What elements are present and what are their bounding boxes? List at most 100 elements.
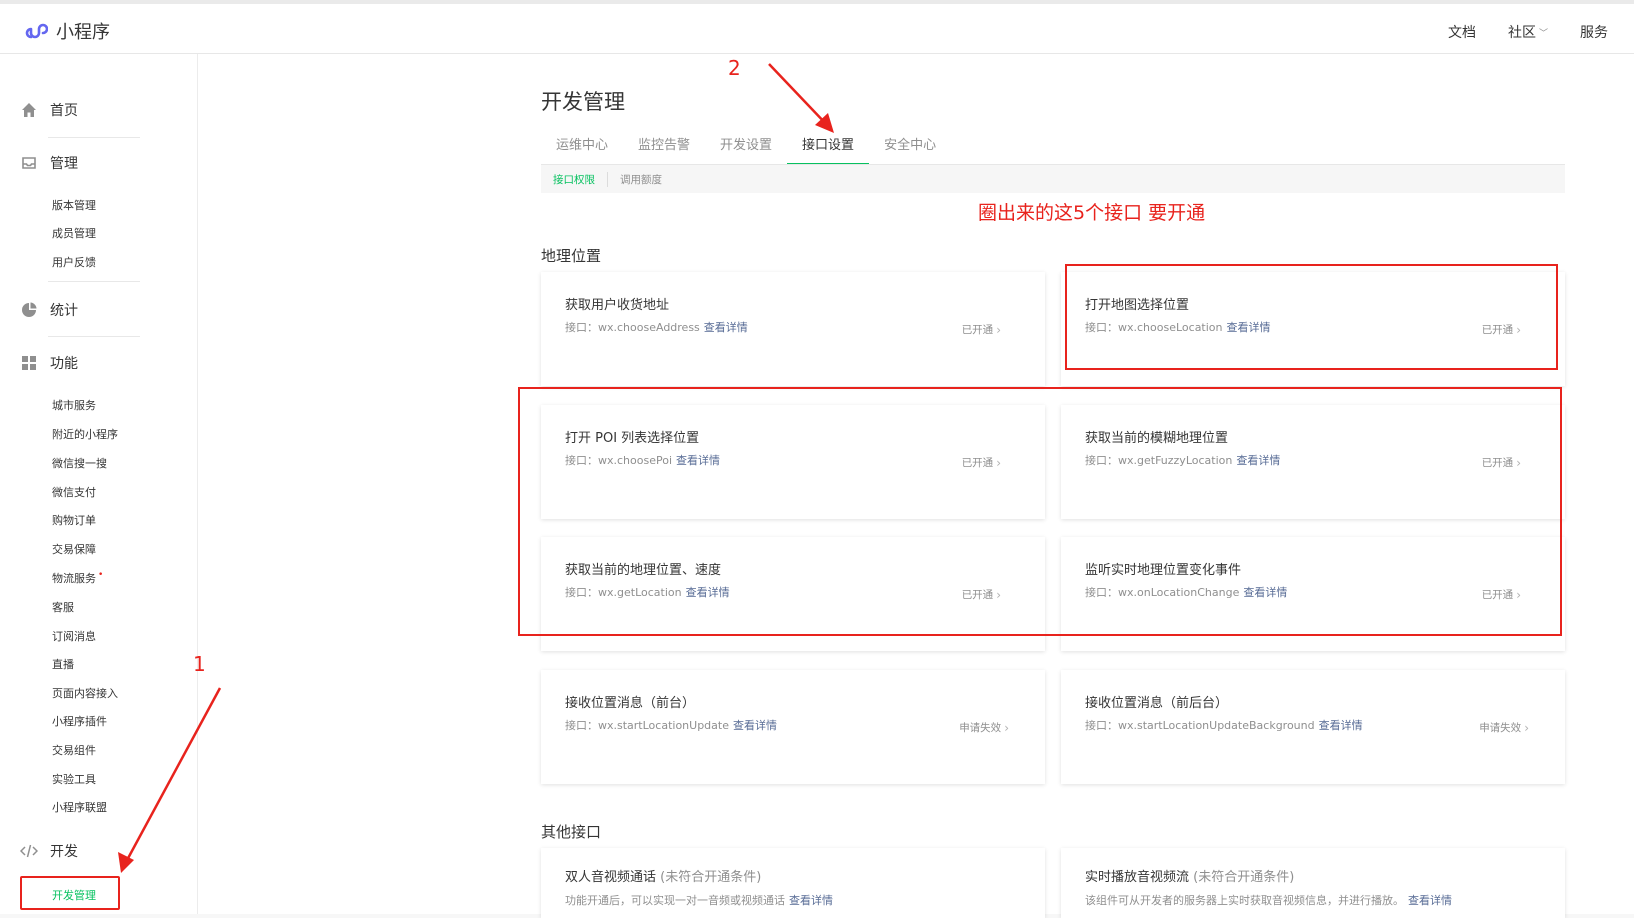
sidebar-sub-logistics[interactable]: 物流服务 • bbox=[52, 570, 103, 586]
api-card-title: 接收位置消息（前后台） bbox=[1085, 696, 1229, 711]
sidebar-item-stats[interactable]: 统计 bbox=[20, 300, 78, 320]
sidebar-item-label: 首页 bbox=[50, 103, 78, 119]
topnav-docs[interactable]: 文档 bbox=[1448, 22, 1476, 42]
topnav-community-label: 社区 bbox=[1507, 25, 1536, 41]
sidebar-sub-nearby[interactable]: 附近的小程序 bbox=[52, 426, 118, 442]
sidebar-item-features[interactable]: 功能 bbox=[20, 353, 78, 373]
sidebar-item-label: 统计 bbox=[50, 303, 78, 319]
sidebar-item-home[interactable]: 首页 bbox=[20, 100, 78, 120]
sidebar-item-manage[interactable]: 管理 bbox=[20, 153, 78, 173]
sidebar-sub-version[interactable]: 版本管理 bbox=[52, 197, 96, 213]
red-dot-badge: • bbox=[98, 570, 104, 580]
chevron-right-icon: › bbox=[1524, 720, 1529, 735]
code-icon bbox=[20, 842, 38, 860]
tab-alerts[interactable]: 监控告警 bbox=[623, 135, 705, 165]
api-name: wx.chooseAddress bbox=[598, 321, 700, 334]
top-bar: 小程序 文档 社区 ﹀ 服务 bbox=[0, 0, 1634, 54]
api-card-title: 双人音视频通话 (未符合开通条件) bbox=[565, 866, 761, 885]
sidebar-sub-plugin[interactable]: 小程序插件 bbox=[52, 713, 107, 729]
sidebar-sub-guarantee[interactable]: 交易保障 bbox=[52, 541, 96, 557]
detail-link[interactable]: 查看详情 bbox=[1319, 719, 1363, 732]
api-card-choose-address[interactable]: 获取用户收货地址 接口：wx.chooseAddress 查看详情 已开通 › bbox=[541, 272, 1045, 386]
sidebar-item-label: 管理 bbox=[50, 156, 78, 172]
sidebar-sub-live[interactable]: 直播 bbox=[52, 656, 74, 672]
status-label: 申请失效 bbox=[959, 722, 1002, 734]
api-card-note: (未符合开通条件) bbox=[1193, 870, 1295, 885]
chevron-down-icon: ﹀ bbox=[1538, 28, 1548, 39]
sidebar-sub-members[interactable]: 成员管理 bbox=[52, 225, 96, 241]
sidebar-sub-feedback[interactable]: 用户反馈 bbox=[52, 254, 96, 270]
chevron-right-icon: › bbox=[1004, 720, 1009, 735]
subtab-quota[interactable]: 调用额度 bbox=[608, 172, 674, 187]
sidebar-sub-dev-manage[interactable]: 开发管理 bbox=[20, 876, 120, 910]
api-card-desc: 功能开通后，可以实现一对一音频或视频通话 查看详情 bbox=[565, 892, 833, 908]
sidebar-sub-trade-component[interactable]: 交易组件 bbox=[52, 742, 96, 758]
api-card-start-location-update[interactable]: 接收位置消息（前台） 接口：wx.startLocationUpdate 查看详情… bbox=[541, 670, 1045, 784]
api-card-interface: 接口：wx.startLocationUpdate 查看详情 bbox=[565, 717, 777, 733]
detail-link[interactable]: 查看详情 bbox=[704, 321, 748, 334]
detail-link[interactable]: 查看详情 bbox=[789, 894, 833, 907]
tab-ops[interactable]: 运维中心 bbox=[541, 135, 623, 165]
tab-dev-settings[interactable]: 开发设置 bbox=[705, 135, 787, 165]
sidebar-sub-label: 开发管理 bbox=[52, 889, 96, 902]
home-icon bbox=[20, 101, 38, 119]
api-name: wx.startLocationUpdate bbox=[598, 719, 729, 732]
annotation-step-1: 1 bbox=[193, 652, 206, 676]
api-prefix: 接口： bbox=[565, 321, 598, 334]
section-title-other: 其他接口 bbox=[541, 823, 602, 841]
api-card-start-location-update-background[interactable]: 接收位置消息（前后台） 接口：wx.startLocationUpdateBac… bbox=[1061, 670, 1565, 784]
tab-security[interactable]: 安全中心 bbox=[869, 135, 951, 165]
sidebar-divider bbox=[48, 281, 140, 282]
api-card-title-text: 双人音视频通话 bbox=[565, 870, 657, 885]
annotation-step-2: 2 bbox=[728, 56, 741, 80]
sidebar-sub-customer-service[interactable]: 客服 bbox=[52, 599, 74, 615]
sidebar-divider bbox=[48, 336, 140, 337]
api-card-status[interactable]: 已开通 › bbox=[962, 322, 1001, 337]
api-desc-text: 该组件可从开发者的服务器上实时获取音视频信息，并进行播放。 bbox=[1085, 894, 1404, 907]
miniprogram-logo-icon bbox=[25, 23, 48, 39]
tab-api-settings[interactable]: 接口设置 bbox=[787, 135, 870, 165]
sidebar-item-label: 功能 bbox=[50, 356, 78, 372]
sidebar-sub-search[interactable]: 微信搜一搜 bbox=[52, 455, 107, 471]
api-card-live-player[interactable]: 实时播放音视频流 (未符合开通条件) 该组件可从开发者的服务器上实时获取音视频信… bbox=[1061, 848, 1565, 918]
sidebar-sub-lab[interactable]: 实验工具 bbox=[52, 771, 96, 787]
tab-bar: 运维中心 监控告警 开发设置 接口设置 安全中心 bbox=[541, 135, 951, 165]
api-card-title: 实时播放音视频流 (未符合开通条件) bbox=[1085, 866, 1294, 885]
grid-icon bbox=[20, 354, 38, 372]
pie-chart-icon bbox=[20, 301, 38, 319]
status-label: 已开通 bbox=[961, 324, 994, 336]
detail-link[interactable]: 查看详情 bbox=[1408, 894, 1452, 907]
topnav-service[interactable]: 服务 bbox=[1580, 22, 1608, 42]
subtab-permissions[interactable]: 接口权限 bbox=[541, 171, 608, 187]
sidebar-sub-city-service[interactable]: 城市服务 bbox=[52, 397, 96, 413]
annotation-box-single bbox=[1065, 264, 1558, 370]
sidebar-sub-pay[interactable]: 微信支付 bbox=[52, 484, 96, 500]
sidebar-sub-subscribe[interactable]: 订阅消息 bbox=[52, 628, 96, 644]
status-label: 申请失效 bbox=[1479, 722, 1522, 734]
sidebar-sub-orders[interactable]: 购物订单 bbox=[52, 512, 96, 528]
api-card-title: 接收位置消息（前台） bbox=[565, 696, 696, 711]
api-card-status[interactable]: 申请失效 › bbox=[1479, 720, 1529, 735]
chevron-right-icon: › bbox=[996, 322, 1001, 337]
annotation-box-group bbox=[518, 387, 1562, 636]
sidebar bbox=[0, 54, 198, 914]
api-card-interface: 接口：wx.chooseAddress 查看详情 bbox=[565, 319, 748, 335]
topnav-community[interactable]: 社区 ﹀ bbox=[1508, 22, 1548, 42]
api-card-note: (未符合开通条件) bbox=[660, 870, 762, 885]
sidebar-sub-alliance[interactable]: 小程序联盟 bbox=[52, 799, 107, 815]
sidebar-item-dev[interactable]: 开发 bbox=[20, 841, 78, 861]
logo[interactable]: 小程序 bbox=[22, 18, 110, 44]
sidebar-sub-content[interactable]: 页面内容接入 bbox=[52, 685, 118, 701]
api-name: wx.startLocationUpdateBackground bbox=[1118, 719, 1315, 732]
detail-link[interactable]: 查看详情 bbox=[733, 719, 777, 732]
api-desc-text: 功能开通后，可以实现一对一音频或视频通话 bbox=[565, 894, 785, 907]
sidebar-item-label: 开发 bbox=[50, 844, 78, 860]
api-card-voip[interactable]: 双人音视频通话 (未符合开通条件) 功能开通后，可以实现一对一音频或视频通话 查看… bbox=[541, 848, 1045, 918]
annotation-instruction: 圈出来的这5个接口 要开通 bbox=[978, 202, 1206, 224]
page-title: 开发管理 bbox=[541, 90, 625, 114]
sidebar-sub-label: 物流服务 bbox=[52, 572, 96, 585]
subtab-bar: 接口权限 调用额度 bbox=[541, 165, 1565, 193]
api-prefix: 接口： bbox=[1085, 719, 1118, 732]
api-card-status[interactable]: 申请失效 › bbox=[959, 720, 1009, 735]
api-card-title: 获取用户收货地址 bbox=[565, 298, 670, 313]
